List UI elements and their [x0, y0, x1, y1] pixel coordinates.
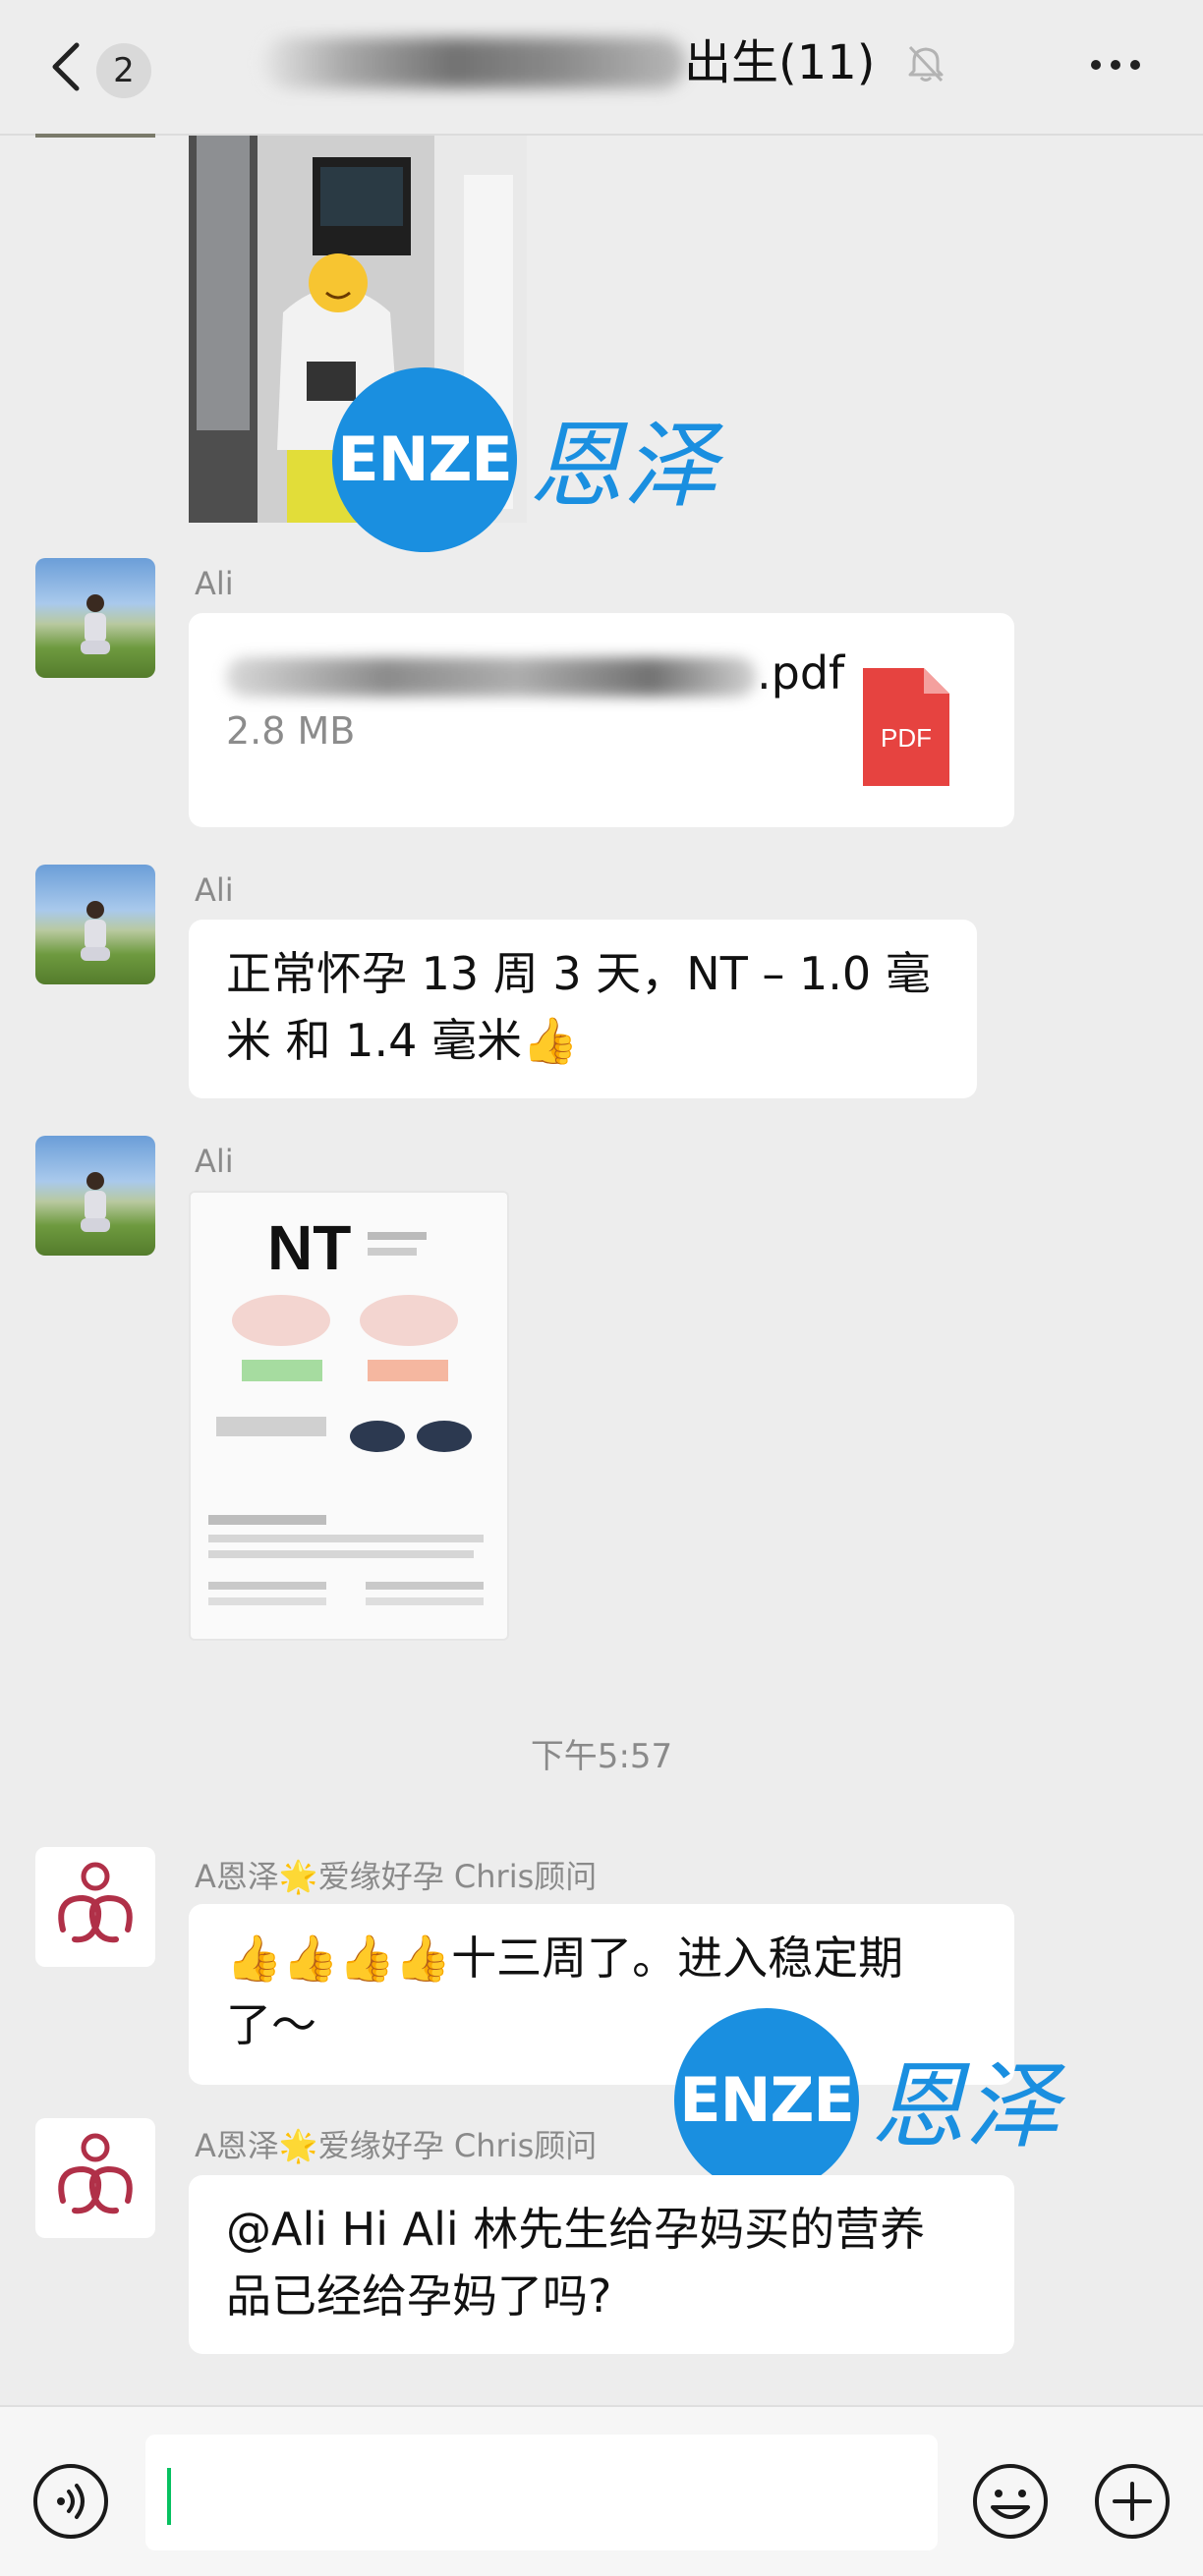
file-name: .pdf	[226, 646, 844, 700]
text-caret	[167, 2468, 171, 2525]
chevron-left-icon	[52, 42, 80, 91]
pdf-file-icon: PDF	[863, 668, 949, 786]
enze-watermark-1: ENZE 恩泽	[332, 367, 745, 552]
avatar[interactable]	[35, 865, 155, 984]
enze-logo-avatar	[58, 1862, 133, 1943]
message-line: 了～	[226, 1998, 316, 2051]
sender-name: Ali	[195, 565, 234, 602]
watermark-logo: ENZE	[674, 2008, 859, 2193]
redacted-title	[263, 37, 686, 88]
avatar[interactable]	[35, 558, 155, 678]
unread-count-badge: 2	[96, 43, 151, 98]
sender-name: Ali	[195, 871, 234, 909]
chat-title: 出生(11)	[684, 35, 876, 90]
plus-icon[interactable]	[1093, 2462, 1172, 2541]
sender-name: A恩泽🌟爱缘好孕 Chris顾问	[195, 2127, 598, 2164]
person-figure	[81, 1172, 110, 1232]
redacted-file-name	[226, 656, 757, 697]
enze-watermark-2: ENZE 恩泽	[674, 2008, 1107, 2193]
svg-text:NT: NT	[267, 1212, 351, 1283]
file-bubble[interactable]: .pdf 2.8 MB PDF	[189, 613, 1014, 827]
person-figure	[81, 901, 110, 961]
watermark-cn: 恩泽	[871, 2051, 1060, 2161]
message-line: 品已经给孕妈了吗?	[226, 2269, 612, 2323]
message-line: 米 和 1.4 毫米👍	[226, 1014, 579, 1067]
avatar[interactable]	[35, 1136, 155, 1256]
sender-name: Ali	[195, 1143, 234, 1180]
avatar[interactable]	[35, 1847, 155, 1967]
more-options-icon[interactable]	[1086, 43, 1145, 86]
text-bubble[interactable]: 正常怀孕 13 周 3 天，NT – 1.0 毫 米 和 1.4 毫米👍	[189, 920, 977, 1098]
message-line: @Ali Hi Ali 林先生给孕妈买的营养	[226, 2203, 926, 2256]
emoji-icon[interactable]	[971, 2462, 1050, 2541]
sender-name: A恩泽🌟爱缘好孕 Chris顾问	[195, 1858, 598, 1895]
previous-avatar	[35, 134, 155, 138]
input-bar	[0, 2405, 1203, 2576]
message-line: 正常怀孕 13 周 3 天，NT – 1.0 毫	[226, 947, 931, 1000]
enze-logo-avatar	[58, 2133, 133, 2214]
text-bubble[interactable]: @Ali Hi Ali 林先生给孕妈买的营养 品已经给孕妈了吗?	[189, 2175, 1014, 2354]
chat-header: 2 出生(11)	[0, 0, 1203, 136]
muted-bell-icon	[908, 45, 944, 83]
person-figure	[81, 594, 110, 654]
svg-text:PDF: PDF	[881, 723, 932, 753]
message-input[interactable]	[145, 2435, 938, 2550]
nt-infographic: NT	[208, 1212, 484, 1605]
watermark-logo: ENZE	[332, 367, 517, 552]
avatar[interactable]	[35, 2118, 155, 2238]
nt-image-message[interactable]: NT	[189, 1191, 509, 1641]
voice-input-icon[interactable]	[31, 2462, 110, 2541]
back-button[interactable]: 2	[39, 33, 167, 100]
file-size: 2.8 MB	[226, 709, 356, 753]
watermark-cn: 恩泽	[529, 411, 717, 521]
message-line: 👍👍👍👍十三周了。进入稳定期	[226, 1932, 904, 1985]
message-timestamp: 下午5:57	[530, 1737, 673, 1776]
